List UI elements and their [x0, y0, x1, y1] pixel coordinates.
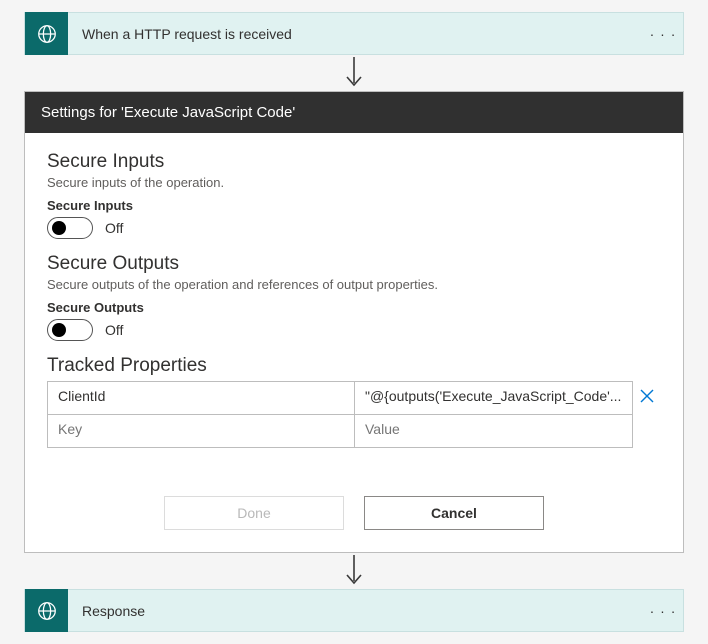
- secure-inputs-state: Off: [105, 220, 123, 236]
- remove-row-button[interactable]: [633, 389, 661, 408]
- tracked-value-input[interactable]: "@{outputs('Execute_JavaScript_Code'...: [354, 381, 633, 415]
- table-row: ClientId "@{outputs('Execute_JavaScript_…: [47, 381, 661, 415]
- tracked-properties-title: Tracked Properties: [47, 355, 661, 377]
- globe-icon: [25, 12, 68, 55]
- tracked-key-input[interactable]: Key: [47, 414, 354, 448]
- secure-outputs-description: Secure outputs of the operation and refe…: [47, 277, 661, 292]
- close-icon: [640, 389, 654, 403]
- tracked-properties-table: ClientId "@{outputs('Execute_JavaScript_…: [47, 381, 661, 448]
- secure-inputs-label: Secure Inputs: [47, 198, 661, 213]
- secure-outputs-title: Secure Outputs: [47, 253, 661, 275]
- trigger-title: When a HTTP request is received: [68, 26, 643, 42]
- table-row: Key Value: [47, 414, 661, 448]
- arrow-down-icon: [24, 553, 684, 589]
- tracked-value-input[interactable]: Value: [354, 414, 633, 448]
- globe-icon: [25, 589, 68, 632]
- trigger-menu-button[interactable]: · · ·: [643, 26, 683, 42]
- settings-header: Settings for 'Execute JavaScript Code': [25, 92, 683, 133]
- secure-outputs-label: Secure Outputs: [47, 300, 661, 315]
- secure-inputs-description: Secure inputs of the operation.: [47, 175, 661, 190]
- done-button: Done: [164, 496, 344, 530]
- secure-outputs-state: Off: [105, 322, 123, 338]
- secure-outputs-toggle[interactable]: [47, 319, 93, 341]
- tracked-key-input[interactable]: ClientId: [47, 381, 354, 415]
- toggle-knob: [52, 221, 66, 235]
- settings-card: Settings for 'Execute JavaScript Code' S…: [24, 91, 684, 553]
- response-node[interactable]: Response · · ·: [24, 589, 684, 632]
- cancel-button[interactable]: Cancel: [364, 496, 544, 530]
- secure-inputs-toggle[interactable]: [47, 217, 93, 239]
- response-title: Response: [68, 603, 643, 619]
- response-menu-button[interactable]: · · ·: [643, 603, 683, 619]
- secure-inputs-title: Secure Inputs: [47, 151, 661, 173]
- toggle-knob: [52, 323, 66, 337]
- arrow-down-icon: [24, 55, 684, 91]
- trigger-node[interactable]: When a HTTP request is received · · ·: [24, 12, 684, 55]
